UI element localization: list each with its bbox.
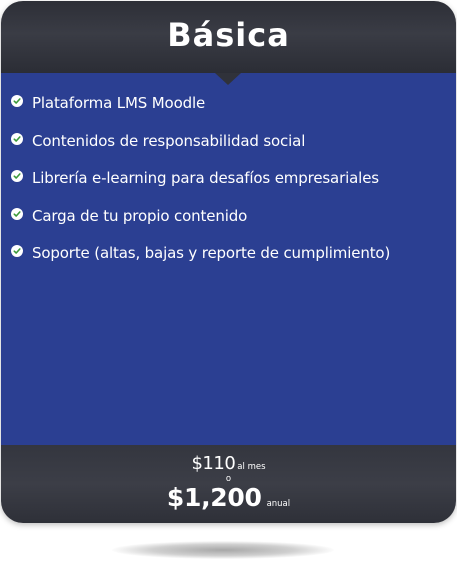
feature-label: Plataforma LMS Moodle xyxy=(32,94,206,112)
feature-label: Contenidos de responsabilidad social xyxy=(32,131,306,150)
feature-item: Contenidos de responsabilidad social xyxy=(11,131,390,151)
feature-label: Carga de tu propio contenido xyxy=(32,206,248,225)
check-circle-icon xyxy=(11,132,23,145)
check-circle-icon xyxy=(11,245,23,257)
annual-price-label: anual xyxy=(266,499,291,509)
feature-item: Soporte (altas, bajas y reporte de cumpl… xyxy=(11,243,390,263)
annual-price: $1,200 xyxy=(166,483,262,512)
feature-label: Librería e-learning para desafíos empres… xyxy=(32,169,379,187)
monthly-price: $110 xyxy=(191,453,236,474)
monthly-price-row: $110 al mes xyxy=(1,453,456,474)
pricing-card: Básica Plataforma LMS Moodle Contenidos … xyxy=(1,1,456,523)
price-footer: $110 al mes o $1,200 anual xyxy=(1,445,456,523)
feature-item: Plataforma LMS Moodle xyxy=(11,93,390,113)
check-circle-icon xyxy=(11,95,23,107)
feature-label: Soporte (altas, bajas y reporte de cumpl… xyxy=(32,244,391,262)
feature-item: Carga de tu propio contenido xyxy=(11,206,390,226)
features-panel: Plataforma LMS Moodle Contenidos de resp… xyxy=(1,73,456,445)
feature-item: Librería e-learning para desafíos empres… xyxy=(11,168,390,188)
card-floor-shadow xyxy=(112,541,334,559)
monthly-price-label: al mes xyxy=(237,462,266,472)
annual-price-row: $1,200 anual xyxy=(1,483,456,512)
plan-title: Básica xyxy=(167,16,290,54)
check-circle-icon xyxy=(11,170,23,182)
card-header: Básica xyxy=(1,1,456,73)
check-circle-icon xyxy=(11,207,23,220)
header-pointer xyxy=(215,73,241,85)
feature-list: Plataforma LMS Moodle Contenidos de resp… xyxy=(11,93,390,281)
